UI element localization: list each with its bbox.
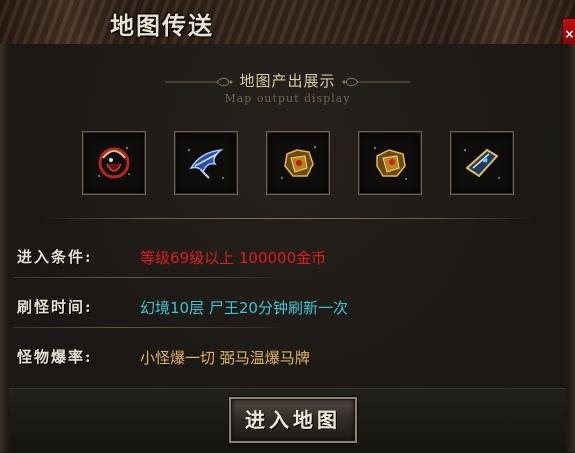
gold-bracer-icon xyxy=(464,148,500,179)
spawn-time-value: 幻境10层 尸王20分钟刷新一次 xyxy=(140,299,348,317)
spawn-time-label: 刷怪时间: xyxy=(17,298,93,316)
drop-rate-label: 怪物爆率: xyxy=(17,348,93,366)
gold-armor-icon xyxy=(374,147,407,180)
item-slot-1[interactable] xyxy=(82,131,146,195)
blue-feather-icon xyxy=(188,149,224,179)
title-bar[interactable] xyxy=(0,0,575,45)
enter-map-button[interactable]: 进入地图 xyxy=(229,397,357,443)
drop-rate-value: 小怪爆一切 弼马温爆马牌 xyxy=(140,349,310,367)
item-slot-4[interactable] xyxy=(358,131,422,195)
window-title: 地图传送 xyxy=(110,11,214,40)
output-section-header: 地图产出展示 Map output display xyxy=(0,70,575,105)
section-divider xyxy=(40,218,535,219)
row-divider xyxy=(13,327,285,328)
row-divider xyxy=(13,277,285,278)
entry-condition-value: 等级69级以上 100000金币 xyxy=(140,249,327,267)
frame-right-border xyxy=(566,44,575,452)
output-section-title: 地图产出展示 xyxy=(239,72,336,90)
item-slot-3[interactable] xyxy=(266,131,330,195)
entry-condition-label: 进入条件: xyxy=(17,248,93,266)
output-section-subtitle: Map output display xyxy=(224,92,351,105)
item-slot-2[interactable] xyxy=(174,131,238,195)
frame-left-border xyxy=(0,44,9,452)
red-helmet-icon xyxy=(98,147,130,179)
gold-armor-icon xyxy=(281,146,316,179)
item-slot-5[interactable] xyxy=(450,131,514,195)
